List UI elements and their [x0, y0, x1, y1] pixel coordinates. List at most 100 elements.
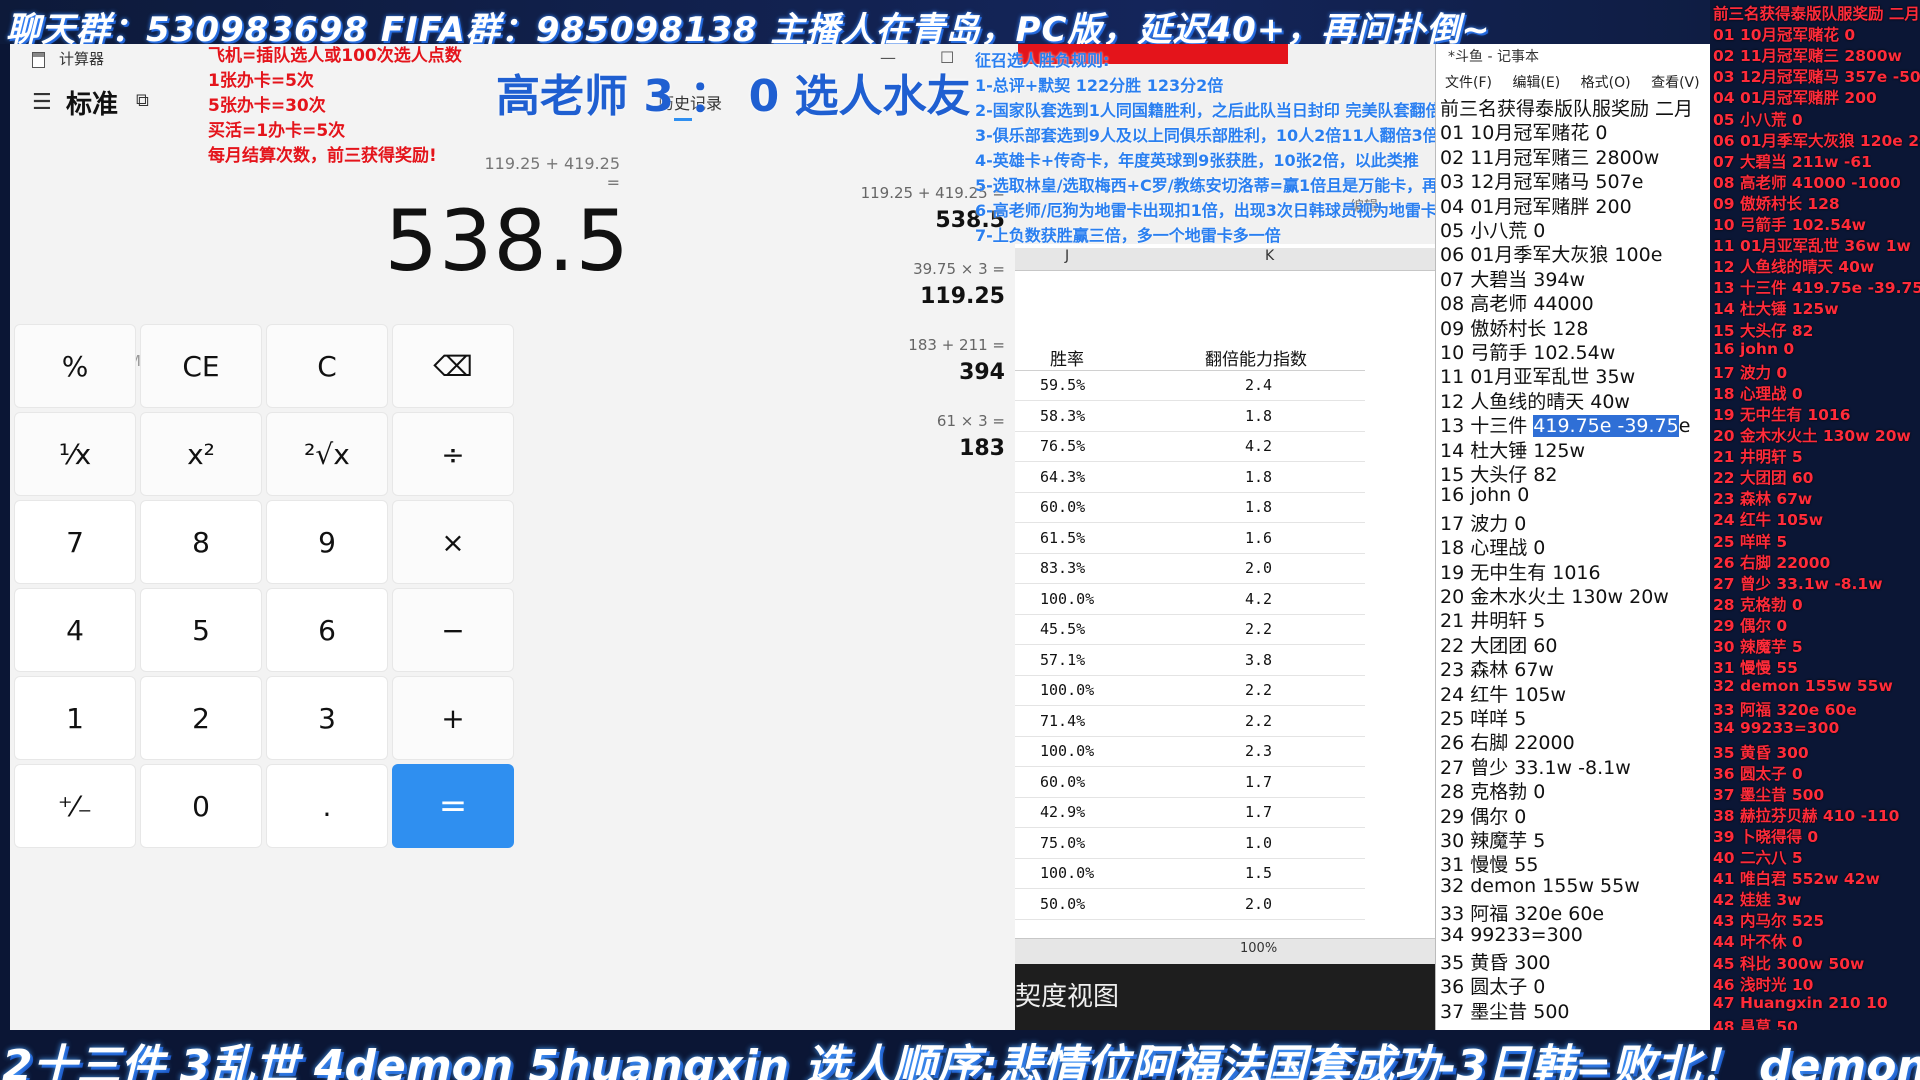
decimal-button[interactable]: . [266, 764, 388, 848]
ranking-line: 40 二六八 5 [1713, 849, 1803, 867]
equals-button[interactable]: = [392, 764, 514, 848]
square-root-button[interactable]: ²√x [266, 412, 388, 496]
negate-button[interactable]: ⁺⁄₋ [14, 764, 136, 848]
history-result[interactable]: 183 [855, 436, 1005, 461]
keep-on-top-icon[interactable]: ⧉ [136, 90, 149, 111]
multiplier-cell[interactable]: 1.8 [1245, 468, 1272, 486]
win-rate-cell[interactable]: 100.0% [1040, 864, 1094, 882]
menu-view[interactable]: 查看(V) [1651, 75, 1700, 91]
multiplier-cell[interactable]: 2.3 [1245, 742, 1272, 760]
win-rate-cell[interactable]: 83.3% [1040, 559, 1085, 577]
multiplier-cell[interactable]: 1.8 [1245, 498, 1272, 516]
digit-5-button[interactable]: 5 [140, 588, 262, 672]
digit-4-button[interactable]: 4 [14, 588, 136, 672]
calculator-title: 计算器 [32, 48, 104, 69]
calculator-app-icon [32, 51, 45, 68]
win-rate-cell[interactable]: 60.0% [1040, 773, 1085, 791]
win-rate-cell[interactable]: 57.1% [1040, 651, 1085, 669]
zoom-level[interactable]: 100% [1240, 941, 1277, 956]
win-rate-cell[interactable]: 58.3% [1040, 407, 1085, 425]
selected-text[interactable]: 419.75e -39.75 [1533, 415, 1679, 438]
reciprocal-button[interactable]: ¹⁄x [14, 412, 136, 496]
header-multiplier-index[interactable]: 翻倍能力指数 [1205, 345, 1307, 370]
notepad-line: 32 demon 155w 55w [1440, 875, 1640, 897]
ranking-line: 11 01月亚军乱世 36w 1w [1713, 237, 1911, 256]
multiplier-cell[interactable]: 2.2 [1245, 712, 1272, 730]
multiplier-cell[interactable]: 4.2 [1245, 437, 1272, 455]
win-rate-cell[interactable]: 100.0% [1040, 742, 1094, 760]
multiply-button[interactable]: × [392, 500, 514, 584]
add-button[interactable]: + [392, 676, 514, 760]
win-rate-cell[interactable]: 61.5% [1040, 529, 1085, 547]
notepad-line: 05 小八荒 0 [1440, 216, 1545, 243]
digit-0-button[interactable]: 0 [140, 764, 262, 848]
multiplier-cell[interactable]: 2.2 [1245, 620, 1272, 638]
digit-8-button[interactable]: 8 [140, 500, 262, 584]
hamburger-menu-icon[interactable]: ☰ [32, 90, 52, 115]
history-expression[interactable]: 61 × 3 = [855, 412, 1005, 430]
multiplier-cell[interactable]: 1.8 [1245, 407, 1272, 425]
history-expression[interactable]: 183 + 211 = [855, 336, 1005, 354]
multiplier-cell[interactable]: 2.2 [1245, 681, 1272, 699]
digit-2-button[interactable]: 2 [140, 676, 262, 760]
history-expression[interactable]: 39.75 × 3 = [855, 260, 1005, 278]
ranking-line: 18 心理战 0 [1713, 384, 1803, 403]
stream-title: 高老师 3 ： 0 选人水友 [496, 71, 971, 122]
menu-edit[interactable]: 编辑(E) [1512, 75, 1560, 91]
digit-7-button[interactable]: 7 [14, 500, 136, 584]
menu-file[interactable]: 文件(F) [1445, 75, 1492, 91]
win-rate-cell[interactable]: 75.0% [1040, 834, 1085, 852]
digit-1-button[interactable]: 1 [14, 676, 136, 760]
menu-format[interactable]: 格式(O) [1581, 75, 1631, 91]
ranking-line: 36 圆太子 0 [1713, 764, 1803, 783]
win-rate-cell[interactable]: 71.4% [1040, 712, 1085, 730]
notepad-line: 22 大团团 60 [1440, 631, 1557, 658]
multiplier-cell[interactable]: 1.6 [1245, 529, 1272, 547]
notepad-line-text: 27 曾少 33.1w -8.1w [1440, 756, 1631, 779]
notepad-line: 06 01月季军大灰狼 100e [1440, 240, 1662, 267]
notepad-line: 29 偶尔 0 [1440, 802, 1526, 829]
red-note: 飞机=插队选人或100次选人点数 [208, 46, 462, 66]
digit-9-button[interactable]: 9 [266, 500, 388, 584]
ranking-line: 29 偶尔 0 [1713, 616, 1788, 635]
ranking-line: 08 高老师 41000 -1000 [1713, 173, 1901, 192]
notepad-line: 04 01月冠军赌胖 200 [1440, 192, 1632, 219]
ranking-line: 41 唯白君 552w 42w [1713, 870, 1880, 889]
multiplier-cell[interactable]: 1.5 [1245, 864, 1272, 882]
multiplier-cell[interactable]: 2.4 [1245, 376, 1272, 394]
multiplier-cell[interactable]: 1.7 [1245, 803, 1272, 821]
history-result[interactable]: 119.25 [855, 284, 1005, 309]
digit-6-button[interactable]: 6 [266, 588, 388, 672]
square-button[interactable]: x² [140, 412, 262, 496]
multiplier-cell[interactable]: 4.2 [1245, 590, 1272, 608]
notepad-line-text: 29 偶尔 0 [1440, 805, 1527, 828]
column-header-k[interactable]: K [1265, 248, 1274, 264]
win-rate-cell[interactable]: 59.5% [1040, 376, 1085, 394]
clear-button[interactable]: C [266, 324, 388, 408]
column-header-j[interactable]: J [1065, 248, 1069, 264]
red-note: 5张办卡=30次 [208, 96, 326, 116]
header-win-rate[interactable]: 胜率 [1050, 345, 1084, 370]
subtract-button[interactable]: − [392, 588, 514, 672]
ranking-line: 19 无中生有 1016 [1713, 405, 1851, 424]
multiplier-cell[interactable]: 1.0 [1245, 834, 1272, 852]
percent-button[interactable]: % [14, 324, 136, 408]
digit-3-button[interactable]: 3 [266, 676, 388, 760]
multiplier-cell[interactable]: 2.0 [1245, 895, 1272, 913]
history-result[interactable]: 394 [855, 360, 1005, 385]
backspace-button[interactable]: ⌫ [392, 324, 514, 408]
win-rate-cell[interactable]: 60.0% [1040, 498, 1085, 516]
multiplier-cell[interactable]: 1.7 [1245, 773, 1272, 791]
win-rate-cell[interactable]: 100.0% [1040, 681, 1094, 699]
divide-button[interactable]: ÷ [392, 412, 514, 496]
win-rate-cell[interactable]: 100.0% [1040, 590, 1094, 608]
win-rate-cell[interactable]: 45.5% [1040, 620, 1085, 638]
win-rate-cell[interactable]: 50.0% [1040, 895, 1085, 913]
clear-entry-button[interactable]: CE [140, 324, 262, 408]
multiplier-cell[interactable]: 2.0 [1245, 559, 1272, 577]
ranking-line: 34 99233=300 [1713, 719, 1840, 738]
win-rate-cell[interactable]: 64.3% [1040, 468, 1085, 486]
win-rate-cell[interactable]: 76.5% [1040, 437, 1085, 455]
multiplier-cell[interactable]: 3.8 [1245, 651, 1272, 669]
win-rate-cell[interactable]: 42.9% [1040, 803, 1085, 821]
